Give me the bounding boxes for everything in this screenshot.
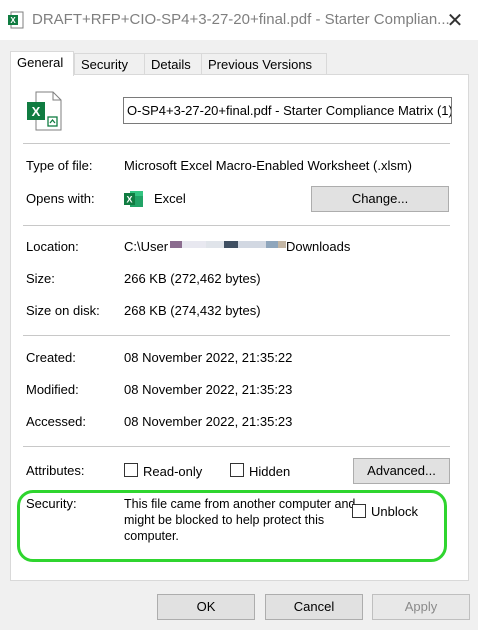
tab-security[interactable]: Security — [74, 53, 148, 75]
change-button[interactable]: Change... — [311, 186, 449, 212]
type-of-file-label: Type of file: — [26, 158, 93, 173]
security-warning-text: This file came from another computer and… — [124, 497, 356, 543]
size-value: 266 KB (272,462 bytes) — [124, 271, 261, 286]
size-on-disk-value: 268 KB (274,432 bytes) — [124, 303, 261, 318]
redaction-block — [278, 241, 286, 248]
size-on-disk-label: Size on disk: — [26, 303, 100, 318]
location-prefix: C:\User — [124, 239, 169, 254]
window-title: DRAFT+RFP+CIO-SP4+3-27-20+final.pdf - St… — [32, 11, 450, 28]
divider — [23, 446, 450, 447]
location-suffix: Downloads — [286, 239, 351, 254]
unblock-label[interactable]: Unblock — [371, 504, 418, 519]
attributes-label: Attributes: — [26, 463, 85, 478]
tab-previous-versions[interactable]: Previous Versions — [201, 53, 327, 75]
read-only-label[interactable]: Read-only — [143, 464, 202, 479]
apply-button[interactable]: Apply — [372, 594, 470, 620]
accessed-value: 08 November 2022, 21:35:23 — [124, 414, 293, 429]
created-label: Created: — [26, 350, 76, 365]
divider — [23, 143, 450, 144]
advanced-button[interactable]: Advanced... — [353, 458, 450, 484]
unblock-checkbox[interactable] — [352, 504, 366, 518]
cancel-button[interactable]: Cancel — [265, 594, 363, 620]
divider — [23, 225, 450, 226]
redaction-block — [224, 241, 238, 248]
redaction-block — [206, 241, 224, 248]
hidden-label[interactable]: Hidden — [249, 464, 290, 479]
excel-file-icon: X — [8, 11, 24, 29]
hidden-checkbox[interactable] — [230, 463, 244, 477]
type-of-file-value: Microsoft Excel Macro-Enabled Worksheet … — [124, 158, 413, 173]
modified-label: Modified: — [26, 382, 79, 397]
redaction-block — [170, 241, 182, 248]
opens-with-label: Opens with: — [26, 191, 95, 206]
excel-document-icon: X — [27, 91, 62, 131]
modified-value: 08 November 2022, 21:35:23 — [124, 382, 293, 397]
security-label: Security: — [26, 496, 77, 511]
svg-text:X: X — [10, 16, 16, 25]
accessed-label: Accessed: — [26, 414, 86, 429]
close-icon[interactable]: ✕ — [442, 6, 468, 34]
read-only-checkbox[interactable] — [124, 463, 138, 477]
title-bar: X DRAFT+RFP+CIO-SP4+3-27-20+final.pdf - … — [0, 0, 478, 40]
tab-general[interactable]: General — [10, 51, 74, 76]
svg-text:X: X — [32, 104, 41, 119]
location-label: Location: — [26, 239, 79, 254]
opens-with-app: Excel — [154, 191, 186, 206]
redaction-block — [266, 241, 278, 248]
size-label: Size: — [26, 271, 55, 286]
tab-details[interactable]: Details — [144, 53, 202, 75]
created-value: 08 November 2022, 21:35:22 — [124, 350, 293, 365]
redaction-block — [238, 241, 266, 248]
excel-app-icon: X — [124, 191, 143, 207]
svg-text:X: X — [126, 195, 132, 205]
redaction-block — [182, 241, 206, 248]
divider — [23, 335, 450, 336]
file-name-field[interactable]: O-SP4+3-27-20+final.pdf - Starter Compli… — [123, 97, 452, 124]
ok-button[interactable]: OK — [157, 594, 255, 620]
